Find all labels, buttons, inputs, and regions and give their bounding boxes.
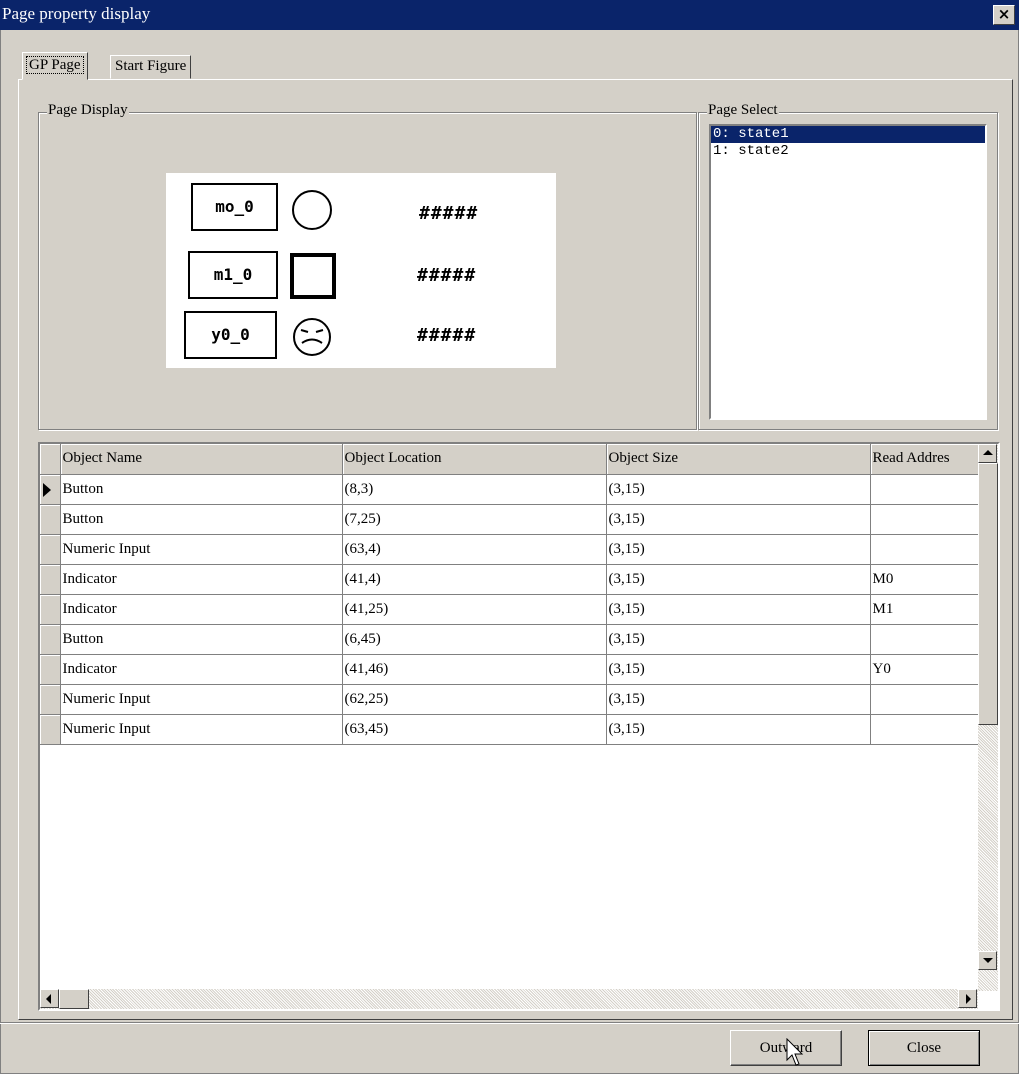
cell-name[interactable]: Indicator [60,564,343,595]
table-row[interactable]: Indicator (41,25) (3,15) M1 [40,594,979,625]
tab-label: Start Figure [115,58,187,74]
cell-size[interactable]: (3,15) [606,714,871,745]
circle-outline-icon [292,190,332,230]
row-header[interactable] [40,714,61,745]
column-header-read-address[interactable]: Read Addres [870,444,979,475]
preview-numeric-2: ##### [417,265,477,286]
horizontal-scroll-thumb[interactable] [59,989,89,1009]
column-header-object-name[interactable]: Object Name [60,444,343,475]
cell-location[interactable]: (63,45) [342,714,607,745]
cell-size[interactable]: (3,15) [606,474,871,505]
preview-button-y0: y0_0 [184,311,277,359]
cell-read-address[interactable] [870,504,979,535]
table-row[interactable]: Numeric Input (63,4) (3,15) [40,534,979,565]
scroll-left-button[interactable] [40,989,59,1008]
cell-read-address[interactable] [870,684,979,715]
current-row-arrow-icon [43,482,51,497]
sad-face-icon [293,318,331,356]
grid-header-row: Object Name Object Location Object Size … [40,444,979,475]
cell-name[interactable]: Button [60,504,343,535]
column-header-object-size[interactable]: Object Size [606,444,871,475]
preview-button-mo: mo_0 [191,183,278,231]
cell-name[interactable]: Numeric Input [60,534,343,565]
cell-location[interactable]: (62,25) [342,684,607,715]
title-bar[interactable]: Page property display × [0,0,1019,30]
footer-divider [0,1022,1019,1024]
row-header[interactable] [40,654,61,685]
cell-read-address[interactable]: Y0 [870,654,979,685]
vertical-scrollbar[interactable] [978,444,998,991]
table-row[interactable]: Numeric Input (62,25) (3,15) [40,684,979,715]
row-header[interactable] [40,624,61,655]
cell-location[interactable]: (41,25) [342,594,607,625]
row-header[interactable] [40,594,61,625]
preview-numeric-1: ##### [419,203,479,224]
row-header[interactable] [40,474,61,505]
table-row[interactable]: Indicator (41,4) (3,15) M0 [40,564,979,595]
tab-label: GP Page [26,56,84,74]
table-row[interactable]: Button (6,45) (3,15) [40,624,979,655]
arrow-up-icon [982,450,993,455]
page-select-list[interactable]: 0: state1 1: state2 [709,124,987,420]
cell-name[interactable]: Numeric Input [60,714,343,745]
cell-name[interactable]: Indicator [60,654,343,685]
page-display-label: Page Display [47,102,129,119]
row-header[interactable] [40,534,61,565]
cell-size[interactable]: (3,15) [606,654,871,685]
cell-location[interactable]: (41,46) [342,654,607,685]
list-item[interactable]: 0: state1 [711,126,985,143]
tab-gp-page[interactable]: GP Page [22,52,88,80]
cell-name[interactable]: Button [60,474,343,505]
arrow-right-icon [966,994,971,1004]
cell-name[interactable]: Numeric Input [60,684,343,715]
cell-read-address[interactable]: M0 [870,564,979,595]
column-header-object-location[interactable]: Object Location [342,444,607,475]
tab-start-figure[interactable]: Start Figure [110,55,192,79]
cell-read-address[interactable]: M1 [870,594,979,625]
object-grid[interactable]: Object Name Object Location Object Size … [38,442,1000,1011]
table-row[interactable]: Numeric Input (63,45) (3,15) [40,714,979,745]
preview-button-m1: m1_0 [188,251,278,299]
cell-location[interactable]: (7,25) [342,504,607,535]
cell-name[interactable]: Indicator [60,594,343,625]
cell-location[interactable]: (6,45) [342,624,607,655]
cell-size[interactable]: (3,15) [606,564,871,595]
mouse-cursor-icon [786,1038,804,1066]
square-outline-icon [290,253,336,299]
row-header[interactable] [40,564,61,595]
cell-read-address[interactable] [870,474,979,505]
cell-location[interactable]: (8,3) [342,474,607,505]
arrow-left-icon [46,994,51,1004]
scroll-down-button[interactable] [978,951,997,970]
cell-location[interactable]: (41,4) [342,564,607,595]
list-item[interactable]: 1: state2 [711,143,985,160]
cell-size[interactable]: (3,15) [606,684,871,715]
preview-numeric-3: ##### [417,325,477,346]
vertical-scroll-thumb[interactable] [978,463,998,725]
cell-size[interactable]: (3,15) [606,624,871,655]
table-row[interactable]: Button (7,25) (3,15) [40,504,979,535]
cell-location[interactable]: (63,4) [342,534,607,565]
page-preview: mo_0 ##### m1_0 ##### y0_0 ##### [166,173,556,368]
scroll-right-button[interactable] [958,989,977,1008]
row-header[interactable] [40,504,61,535]
table-row[interactable]: Button (8,3) (3,15) [40,474,979,505]
cell-size[interactable]: (3,15) [606,534,871,565]
arrow-down-icon [982,958,993,963]
horizontal-scrollbar[interactable] [40,989,978,1009]
window-title: Page property display [2,4,151,23]
close-icon[interactable]: × [993,5,1015,25]
corner-header [40,444,61,475]
cell-size[interactable]: (3,15) [606,504,871,535]
cell-size[interactable]: (3,15) [606,594,871,625]
cell-read-address[interactable] [870,714,979,745]
row-header[interactable] [40,684,61,715]
table-row[interactable]: Indicator (41,46) (3,15) Y0 [40,654,979,685]
scroll-up-button[interactable] [978,444,997,463]
close-button[interactable]: Close [868,1030,980,1066]
page-select-label: Page Select [707,102,779,119]
cell-read-address[interactable] [870,534,979,565]
cell-read-address[interactable] [870,624,979,655]
cell-name[interactable]: Button [60,624,343,655]
